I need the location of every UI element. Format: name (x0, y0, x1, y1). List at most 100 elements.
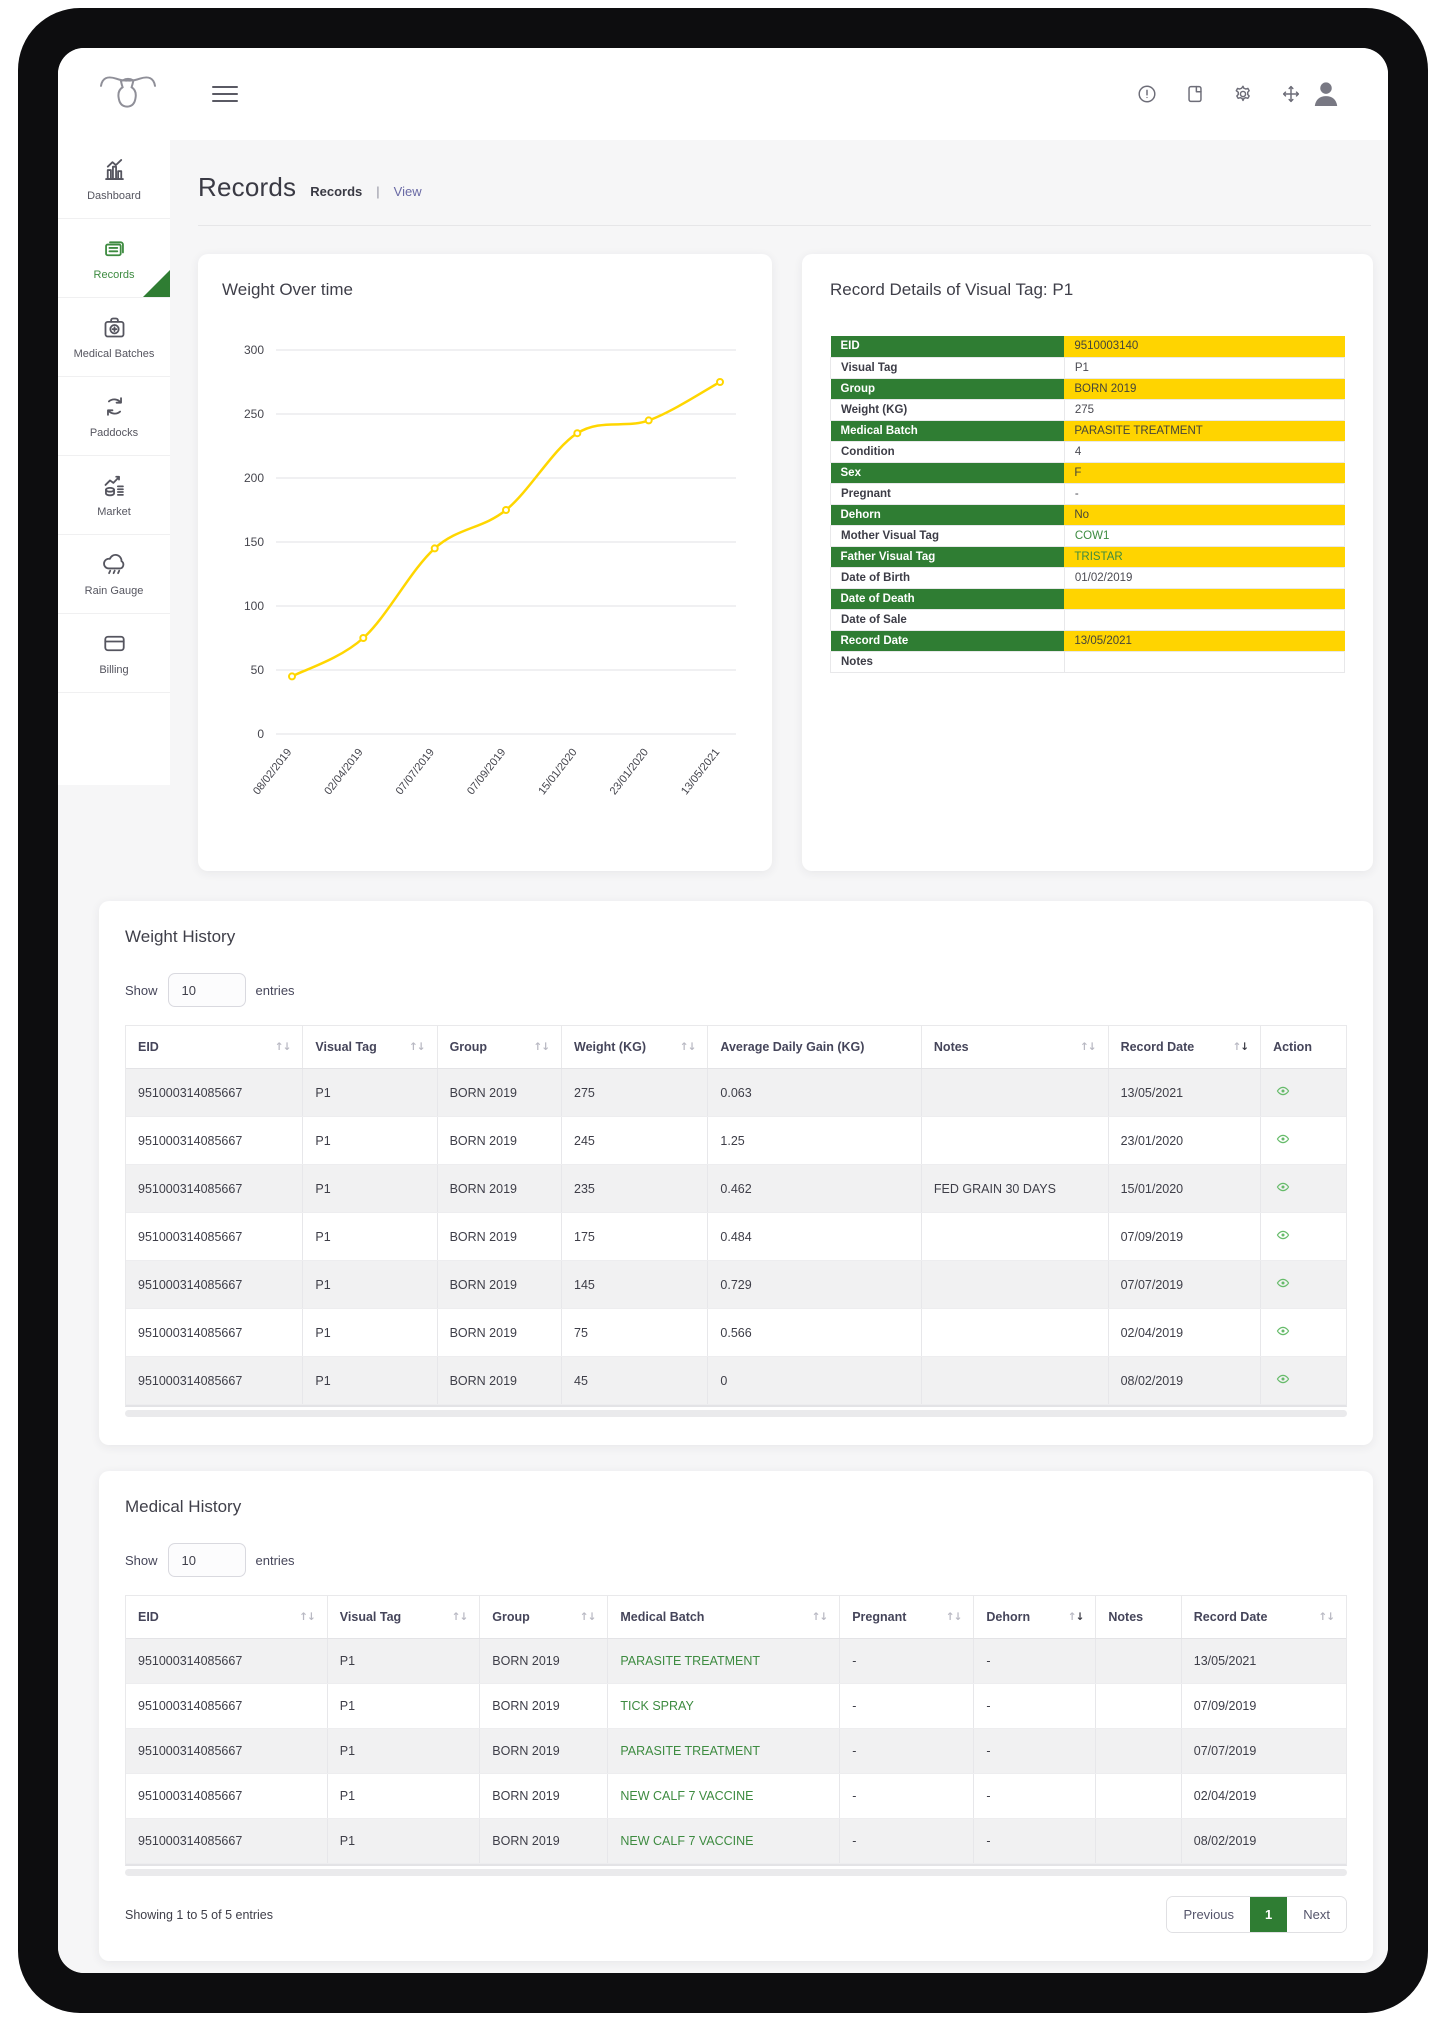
column-header-record-date[interactable]: Record Date↑↓ (1108, 1026, 1261, 1069)
sidebar-item-paddocks[interactable]: Paddocks (58, 377, 170, 456)
notebook-icon[interactable] (1184, 83, 1206, 105)
breadcrumb-divider: | (376, 184, 379, 199)
data-point-marker[interactable] (289, 673, 295, 679)
eye-icon[interactable] (1273, 1324, 1293, 1338)
weight-entries-input[interactable] (168, 973, 246, 1007)
horizontal-scrollbar[interactable] (125, 1410, 1347, 1417)
medical-batch-link[interactable]: PARASITE TREATMENT (620, 1744, 760, 1758)
detail-value: BORN 2019 (1064, 378, 1344, 399)
sidebar-item-billing[interactable]: Billing (58, 614, 170, 693)
table-row: 951000314085667P1BORN 20192350.462FED GR… (126, 1165, 1346, 1213)
detail-value-link[interactable]: TRISTAR (1074, 551, 1122, 563)
column-label: EID (138, 1610, 159, 1624)
x-tick-label: 23/01/2020 (608, 746, 651, 797)
record-details-card: Record Details of Visual Tag: P1 EID9510… (802, 254, 1373, 871)
column-header-eid[interactable]: EID ↑↓ (126, 1026, 303, 1069)
cell-average-daily-gain-kg-: 0.484 (708, 1213, 922, 1261)
hamburger-menu-icon[interactable] (212, 86, 238, 102)
column-header-visual-tag[interactable]: Visual Tag↑↓ (327, 1596, 480, 1639)
detail-value: COW1 (1064, 525, 1344, 546)
data-point-marker[interactable] (717, 379, 723, 385)
sort-arrows-icon: ↑↓ (275, 1041, 291, 1053)
column-header-medical-batch[interactable]: Medical Batch↑↓ (608, 1596, 840, 1639)
sync-icon (101, 393, 128, 420)
column-header-eid[interactable]: EID↑↓ (126, 1596, 327, 1639)
medical-batch-link[interactable]: PARASITE TREATMENT (620, 1654, 760, 1668)
move-icon[interactable] (1280, 83, 1302, 105)
column-header-average-daily-gain-kg-: Average Daily Gain (KG) (708, 1026, 922, 1069)
eye-icon[interactable] (1273, 1084, 1293, 1098)
detail-row: Date of Birth01/02/2019 (831, 567, 1345, 588)
medical-batch-link[interactable]: NEW CALF 7 VACCINE (620, 1789, 753, 1803)
previous-page-button[interactable]: Previous (1167, 1897, 1250, 1932)
next-page-button[interactable]: Next (1287, 1897, 1346, 1932)
column-header-group[interactable]: Group↑↓ (480, 1596, 608, 1639)
sidebar-item-rain-gauge[interactable]: Rain Gauge (58, 535, 170, 614)
detail-value-link[interactable]: COW1 (1075, 530, 1110, 542)
sidebar-item-medical-batches[interactable]: Medical Batches (58, 298, 170, 377)
medical-entries-input[interactable] (168, 1543, 246, 1577)
cell-dehorn: - (974, 1774, 1096, 1819)
detail-row: Weight (KG)275 (831, 399, 1345, 420)
cell-weight-kg-: 75 (562, 1309, 708, 1357)
action-cell (1261, 1165, 1346, 1213)
eye-icon[interactable] (1273, 1372, 1293, 1386)
cell-group: BORN 2019 (437, 1213, 561, 1261)
medical-history-table: EID↑↓Visual Tag↑↓Group↑↓Medical Batch↑↓P… (126, 1596, 1346, 1864)
cell-eid: 951000314085667 (126, 1165, 303, 1213)
data-point-marker[interactable] (360, 635, 366, 641)
detail-value: PARASITE TREATMENT (1064, 420, 1344, 441)
sidebar-item-records[interactable]: Records (58, 219, 170, 298)
column-label: Group (450, 1040, 488, 1054)
detail-row: Record Date13/05/2021 (831, 630, 1345, 651)
column-header-pregnant[interactable]: Pregnant↑↓ (840, 1596, 974, 1639)
cell-visual-tag: P1 (327, 1729, 480, 1774)
detail-value: - (1064, 483, 1344, 504)
detail-label: Date of Death (831, 588, 1065, 609)
sidebar-item-market[interactable]: Market (58, 456, 170, 535)
cell-visual-tag: P1 (327, 1774, 480, 1819)
eye-icon[interactable] (1273, 1228, 1293, 1242)
breadcrumb-view-link[interactable]: View (394, 184, 422, 199)
eye-icon[interactable] (1273, 1276, 1293, 1290)
detail-label: Notes (831, 651, 1065, 672)
column-header-weight-kg-[interactable]: Weight (KG)↑↓ (562, 1026, 708, 1069)
eye-icon[interactable] (1273, 1180, 1293, 1194)
data-point-marker[interactable] (503, 507, 509, 513)
alert-circle-icon[interactable] (1136, 83, 1158, 105)
detail-label: Mother Visual Tag (831, 525, 1065, 546)
cell-eid: 951000314085667 (126, 1117, 303, 1165)
cell-notes (921, 1309, 1108, 1357)
column-label: EID (138, 1040, 159, 1054)
detail-row: Date of Sale (831, 609, 1345, 630)
gear-icon[interactable] (1232, 83, 1254, 105)
data-point-marker[interactable] (646, 417, 652, 423)
column-header-visual-tag[interactable]: Visual Tag↑↓ (303, 1026, 437, 1069)
cell-weight-kg-: 245 (562, 1117, 708, 1165)
sort-arrows-icon: ↑↓ (409, 1041, 425, 1053)
column-header-notes[interactable]: Notes↑↓ (921, 1026, 1108, 1069)
cell-record-date: 15/01/2020 (1108, 1165, 1261, 1213)
page-number-button[interactable]: 1 (1250, 1897, 1287, 1932)
cell-weight-kg-: 275 (562, 1069, 708, 1117)
user-avatar-icon[interactable] (1310, 78, 1342, 110)
column-header-record-date[interactable]: Record Date↑↓ (1181, 1596, 1346, 1639)
main-content: Records Records | View Weight Over time … (170, 140, 1388, 1973)
medical-batch-link[interactable]: NEW CALF 7 VACCINE (620, 1834, 753, 1848)
data-point-marker[interactable] (432, 545, 438, 551)
x-tick-label: 07/07/2019 (394, 746, 437, 797)
column-header-dehorn[interactable]: Dehorn↑↓ (974, 1596, 1096, 1639)
horizontal-scrollbar[interactable] (125, 1869, 1347, 1876)
sidebar-item-label: Records (94, 269, 135, 281)
cell-eid: 951000314085667 (126, 1261, 303, 1309)
data-point-marker[interactable] (574, 430, 580, 436)
eye-icon[interactable] (1273, 1132, 1293, 1146)
medical-batch-link[interactable]: TICK SPRAY (620, 1699, 693, 1713)
column-header-group[interactable]: Group↑↓ (437, 1026, 561, 1069)
detail-row: Mother Visual Tag COW1 (831, 525, 1345, 546)
cell-pregnant: - (840, 1729, 974, 1774)
sidebar-item-dashboard[interactable]: Dashboard (58, 140, 170, 219)
detail-label: Weight (KG) (831, 399, 1065, 420)
cell-record-date: 13/05/2021 (1108, 1069, 1261, 1117)
cell-medical-batch: PARASITE TREATMENT (608, 1639, 840, 1684)
